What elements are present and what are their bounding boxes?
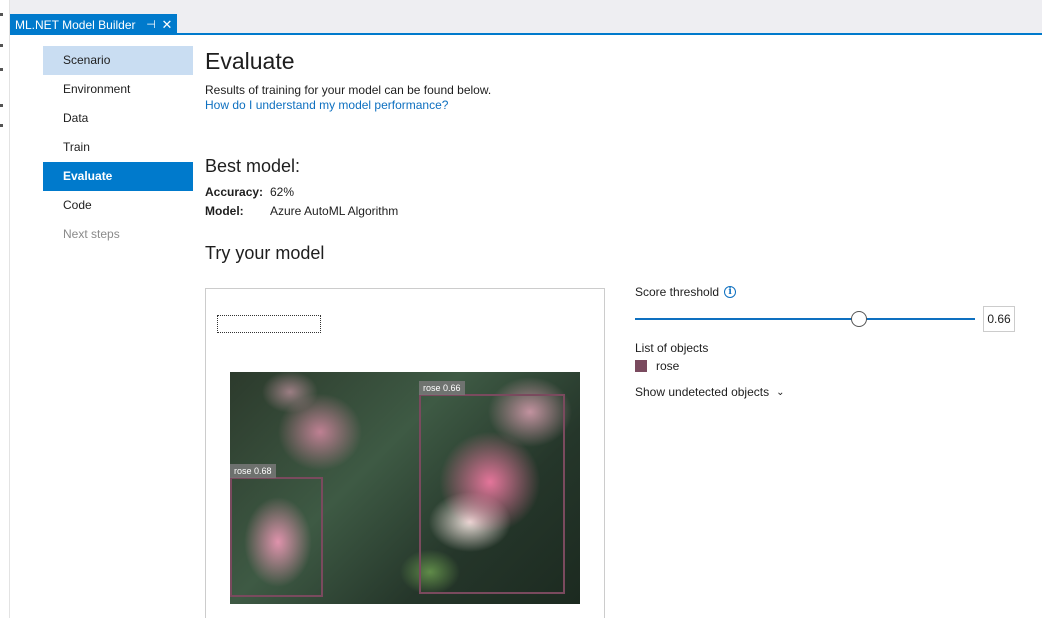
rose-photo: rose 0.66 rose 0.68 bbox=[230, 372, 580, 604]
score-threshold-label: Score threshold i bbox=[635, 285, 737, 299]
page-title: Evaluate bbox=[205, 48, 295, 74]
show-undetected-objects-toggle[interactable]: Show undetected objects ⌄ bbox=[635, 385, 784, 399]
evaluate-header: Evaluate Results of training for your mo… bbox=[205, 48, 491, 112]
detection-box: rose 0.68 bbox=[230, 464, 323, 597]
accuracy-row: Accuracy: 62% bbox=[205, 185, 398, 204]
detection-label: rose 0.66 bbox=[419, 381, 465, 395]
sidebar-item-train[interactable]: Train bbox=[43, 133, 193, 162]
detection-label: rose 0.68 bbox=[230, 464, 276, 478]
object-color-swatch bbox=[635, 360, 647, 372]
info-icon[interactable]: i bbox=[724, 286, 737, 298]
list-item: rose bbox=[635, 359, 679, 373]
object-name: rose bbox=[656, 359, 680, 373]
score-threshold-slider[interactable] bbox=[635, 318, 975, 320]
step-navigation: Scenario Environment Data Train Evaluate… bbox=[43, 46, 193, 249]
best-model-metrics: Accuracy: 62% Model: Azure AutoML Algori… bbox=[205, 185, 398, 223]
close-icon[interactable]: ✕ bbox=[159, 17, 175, 33]
model-row: Model: Azure AutoML Algorithm bbox=[205, 204, 398, 223]
show-undetected-label: Show undetected objects bbox=[635, 385, 770, 399]
tab-title: ML.NET Model Builder bbox=[15, 17, 136, 32]
score-threshold-text: Score threshold bbox=[635, 285, 720, 299]
model-label: Model: bbox=[205, 204, 244, 218]
page-subtitle: Results of training for your model can b… bbox=[205, 83, 492, 97]
tab-model-builder[interactable]: ML.NET Model Builder ⊣ ✕ bbox=[10, 14, 177, 35]
sidebar-item-data[interactable]: Data bbox=[43, 104, 193, 133]
image-preview-panel: rose 0.66 rose 0.68 bbox=[205, 288, 605, 618]
accuracy-label: Accuracy: bbox=[205, 185, 264, 199]
pin-icon[interactable]: ⊣ bbox=[143, 18, 159, 31]
accuracy-value: 62% bbox=[270, 185, 295, 199]
model-performance-help-link[interactable]: How do I understand my model performance… bbox=[205, 98, 491, 112]
sidebar-item-evaluate[interactable]: Evaluate bbox=[43, 162, 193, 191]
editor-gutter bbox=[0, 0, 10, 618]
score-threshold-input[interactable]: 0.66 bbox=[983, 306, 1015, 332]
objects-list-label: List of objects bbox=[635, 341, 709, 355]
upload-image-button[interactable] bbox=[217, 315, 321, 333]
sidebar-item-scenario[interactable]: Scenario bbox=[43, 46, 193, 75]
sidebar-item-code[interactable]: Code bbox=[43, 191, 193, 220]
sidebar-item-environment[interactable]: Environment bbox=[43, 75, 193, 104]
model-value: Azure AutoML Algorithm bbox=[270, 204, 399, 218]
chevron-down-icon: ⌄ bbox=[776, 386, 785, 398]
detection-box: rose 0.66 bbox=[419, 381, 565, 594]
best-model-heading: Best model: bbox=[205, 156, 301, 176]
sidebar-item-next-steps: Next steps bbox=[63, 227, 120, 241]
document-tab-strip: ML.NET Model Builder ⊣ ✕ bbox=[10, 0, 1042, 35]
try-model-heading: Try your model bbox=[205, 243, 325, 263]
slider-handle[interactable] bbox=[851, 311, 868, 327]
